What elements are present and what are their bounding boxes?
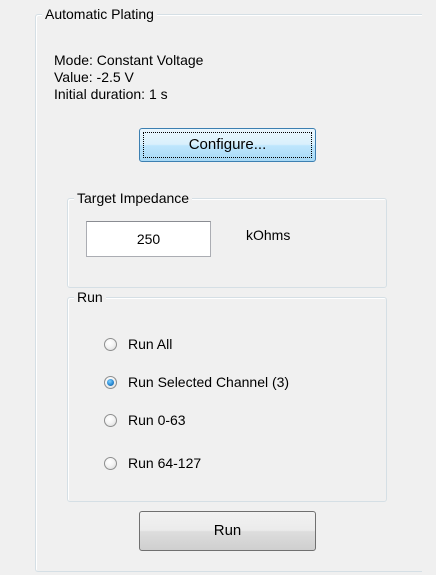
- automatic-plating-panel: Automatic Plating Mode: Constant Voltage…: [0, 0, 436, 575]
- configure-button[interactable]: Configure...: [139, 128, 316, 162]
- target-impedance-input[interactable]: [86, 221, 211, 257]
- configure-button-label: Configure...: [188, 136, 267, 153]
- radio-run-all-label[interactable]: Run All: [128, 335, 172, 353]
- value-label: Value: -2.5 V: [54, 69, 134, 85]
- radio-run-selected-channel[interactable]: Run Selected Channel (3): [104, 373, 289, 391]
- radio-run-0-63-indicator[interactable]: [104, 413, 117, 427]
- impedance-unit-label: kOhms: [246, 227, 291, 243]
- target-impedance-title: Target Impedance: [74, 190, 193, 207]
- radio-run-0-63[interactable]: Run 0-63: [104, 411, 186, 429]
- radio-run-selected-channel-label[interactable]: Run Selected Channel (3): [128, 373, 289, 391]
- radio-run-all[interactable]: Run All: [104, 335, 172, 353]
- run-group-title: Run: [74, 289, 106, 306]
- radio-run-64-127[interactable]: Run 64-127: [104, 454, 201, 472]
- run-button[interactable]: Run: [139, 511, 316, 551]
- radio-run-64-127-label[interactable]: Run 64-127: [128, 454, 201, 472]
- radio-run-0-63-label[interactable]: Run 0-63: [128, 411, 186, 429]
- radio-run-selected-channel-indicator[interactable]: [104, 375, 117, 389]
- initial-duration-label: Initial duration: 1 s: [54, 86, 168, 102]
- mode-label: Mode: Constant Voltage: [54, 52, 204, 68]
- radio-run-all-indicator[interactable]: [104, 337, 117, 351]
- radio-run-64-127-indicator[interactable]: [104, 456, 117, 470]
- run-button-label: Run: [213, 522, 242, 539]
- automatic-plating-title: Automatic Plating: [42, 6, 157, 23]
